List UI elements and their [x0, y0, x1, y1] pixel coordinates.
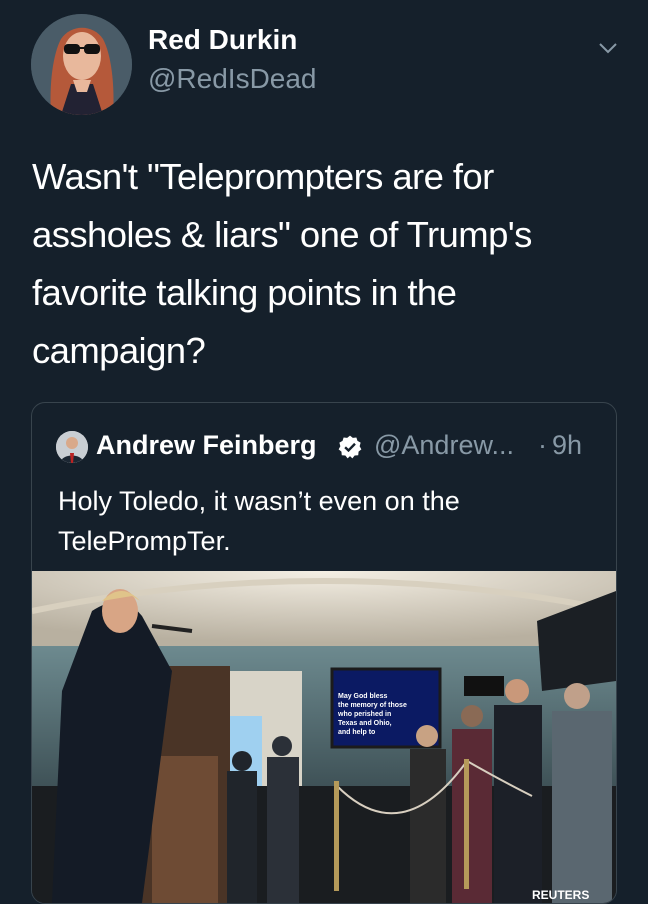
author-avatar[interactable] — [31, 14, 132, 115]
teleprompter-line: who perished in — [337, 711, 391, 718]
quoted-tweet-card[interactable]: Andrew Feinberg @Andrew... · 9h Holy Tol… — [31, 402, 617, 904]
tweet-text: Wasn't "Teleprompters are for assholes &… — [32, 156, 532, 371]
author-name[interactable]: Red Durkin — [148, 24, 297, 56]
teleprompter-line: Texas and Ohio, — [338, 720, 392, 727]
separator-dot: · — [538, 430, 547, 460]
quoted-tweet-text: Holy Toledo, it wasn’t even on the TeleP… — [58, 486, 460, 556]
teleprompter-line: May God bless — [338, 693, 388, 700]
quoted-author-name: Andrew Feinberg — [96, 430, 317, 460]
quoted-author-avatar — [56, 431, 88, 463]
quoted-author-handle: @Andrew... — [374, 430, 514, 460]
chevron-down-icon[interactable] — [596, 36, 620, 60]
verified-icon — [337, 434, 363, 460]
author-handle[interactable]: @RedIsDead — [148, 63, 317, 95]
teleprompter-line: the memory of those — [338, 702, 407, 709]
quoted-tweet-photo[interactable]: May God bless the memory of those who pe… — [32, 571, 616, 903]
teleprompter-line: and help to — [338, 729, 375, 736]
quoted-tweet-time: 9h — [552, 430, 583, 460]
reuters-watermark: REUTERS — [532, 888, 589, 902]
